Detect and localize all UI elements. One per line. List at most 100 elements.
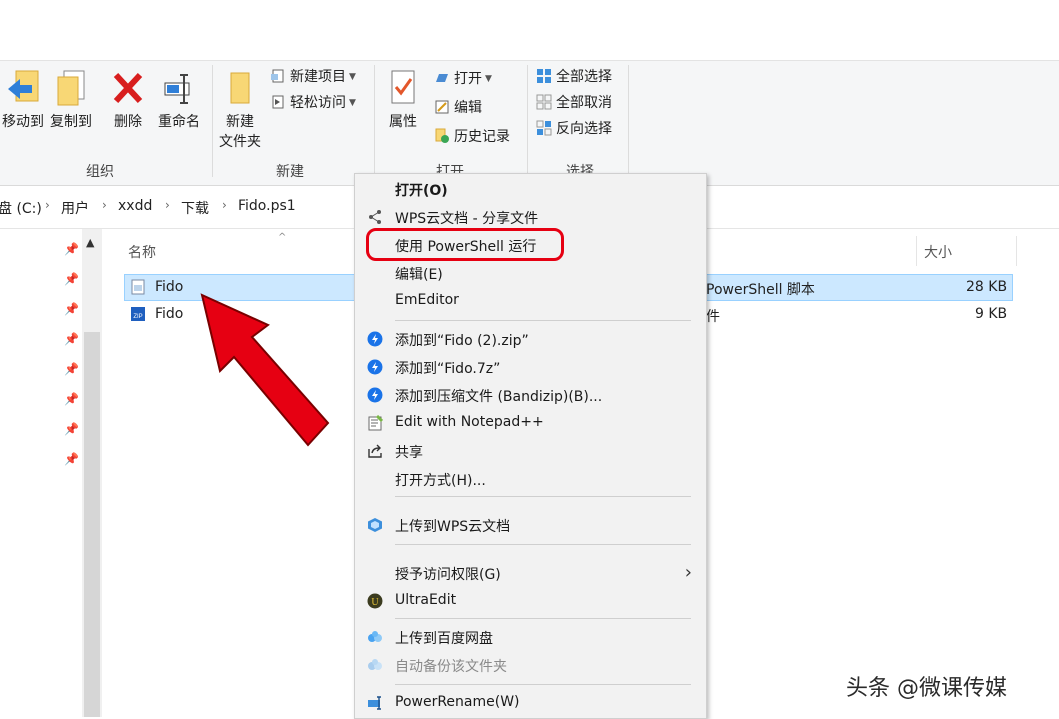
top-blank-area (0, 0, 1059, 60)
column-header-name[interactable]: 名称 (128, 242, 156, 272)
menu-item-label: UltraEdit (395, 592, 457, 608)
notepadpp-icon (368, 415, 383, 431)
pin-icon[interactable]: 📌 (64, 393, 79, 405)
powerrename-icon (368, 696, 381, 710)
pin-icon[interactable]: 📌 (64, 363, 79, 375)
history-label: 历史记录 (454, 129, 510, 145)
new-item-label: 新建项目 (290, 69, 346, 85)
menu-item-open[interactable]: 打开(O) (355, 176, 706, 202)
file-name: Fido (155, 279, 184, 295)
ultraedit-icon: U (367, 593, 383, 609)
easy-access-button[interactable]: 轻松访问 ▼ (270, 92, 356, 114)
menu-item-add-zip[interactable]: 添加到“Fido (2).zip” (355, 326, 706, 352)
column-divider (1016, 236, 1017, 266)
scroll-up-arrow-icon[interactable]: ▲ (86, 236, 94, 249)
pin-icon[interactable]: 📌 (64, 243, 79, 255)
menu-item-emeditor[interactable]: EmEditor (355, 288, 706, 314)
breadcrumb-users[interactable]: 用户 (61, 198, 89, 218)
menu-item-label: 编辑(E) (395, 267, 443, 283)
copy-to-label: 复制到 (50, 114, 92, 130)
new-item-icon (271, 69, 284, 83)
menu-item-label: PowerRename(W) (395, 694, 520, 710)
svg-text:ZIP: ZIP (133, 314, 142, 320)
column-divider (916, 236, 917, 266)
pin-icon[interactable]: 📌 (64, 453, 79, 465)
menu-item-grant-access[interactable]: 授予访问权限(G) › (355, 560, 706, 586)
menu-item-label: Edit with Notepad++ (395, 414, 544, 430)
breadcrumb-drive[interactable]: 盘 (C:) (0, 198, 42, 218)
group-separator (374, 65, 375, 177)
group-separator (527, 65, 528, 177)
select-none-label: 全部取消 (556, 95, 612, 111)
move-to-button[interactable]: 移动到 (0, 69, 46, 131)
delete-button[interactable]: 删除 (106, 69, 150, 131)
menu-item-upload-baidu[interactable]: 上传到百度网盘 (355, 624, 706, 650)
pin-icon[interactable]: 📌 (64, 423, 79, 435)
share-icon (368, 444, 382, 458)
red-arrow-annotation-icon (200, 293, 330, 447)
pin-icon[interactable]: 📌 (64, 273, 79, 285)
sort-caret-icon: ^ (278, 232, 287, 243)
menu-item-open-with[interactable]: 打开方式(H)... (355, 466, 706, 492)
menu-item-auto-backup: 自动备份该文件夹 (355, 652, 706, 678)
new-item-button[interactable]: 新建项目 ▼ (270, 66, 356, 88)
menu-separator (395, 618, 691, 619)
invert-selection-button[interactable]: 反向选择 (536, 118, 612, 140)
chevron-right-icon: › (684, 562, 692, 583)
menu-item-label: 上传到百度网盘 (395, 631, 493, 647)
menu-separator (395, 684, 691, 685)
open-button[interactable]: 打开 ▼ (434, 68, 492, 90)
history-button[interactable]: 历史记录 (434, 126, 510, 148)
copy-to-button[interactable]: 复制到 (48, 69, 94, 131)
zip-archive-icon: ZIP (131, 307, 145, 321)
bandizip-icon (367, 359, 383, 375)
pin-icon[interactable]: 📌 (64, 303, 79, 315)
new-group-label: 新建 (276, 164, 304, 180)
move-to-label: 移动到 (2, 114, 44, 130)
pin-icon[interactable]: 📌 (64, 333, 79, 345)
bandizip-icon (367, 331, 383, 347)
bandizip-icon (367, 387, 383, 403)
edit-button[interactable]: 编辑 (434, 97, 482, 119)
select-all-icon (537, 69, 551, 83)
easy-access-label: 轻松访问 (290, 95, 346, 111)
new-folder-button[interactable]: 新建 文件夹 (216, 69, 264, 151)
menu-item-share[interactable]: 共享 (355, 438, 706, 464)
watermark-text: 头条 @微课传媒 (846, 676, 1007, 701)
file-name[interactable]: Fido (155, 306, 183, 322)
menu-separator (395, 544, 691, 545)
menu-item-add-bandizip[interactable]: 添加到压缩文件 (Bandizip)(B)... (355, 382, 706, 408)
breadcrumb-current-file[interactable]: Fido.ps1 (238, 198, 296, 214)
invert-selection-label: 反向选择 (556, 121, 612, 137)
select-all-button[interactable]: 全部选择 (536, 66, 612, 88)
file-size: 28 KB (966, 279, 1008, 295)
breadcrumb-chevron-icon: › (45, 198, 50, 212)
group-separator (628, 65, 629, 177)
menu-item-label: WPS云文档 - 分享文件 (395, 211, 539, 227)
menu-item-label: 共享 (395, 445, 423, 461)
select-none-button[interactable]: 全部取消 (536, 92, 612, 114)
breadcrumb-user-folder[interactable]: xxdd (118, 198, 152, 214)
menu-item-add-7z[interactable]: 添加到“Fido.7z” (355, 354, 706, 380)
breadcrumb-chevron-icon: › (165, 198, 170, 212)
svg-text:U: U (371, 597, 379, 608)
menu-item-ultraedit[interactable]: U UltraEdit (355, 588, 706, 614)
menu-item-wps-share[interactable]: WPS云文档 - 分享文件 (355, 204, 706, 230)
menu-item-label: 打开(O) (395, 183, 448, 199)
rename-icon (164, 74, 190, 104)
menu-item-upload-wps[interactable]: 上传到WPS云文档 (355, 512, 706, 538)
rename-label: 重命名 (158, 114, 200, 130)
history-icon (435, 128, 449, 143)
menu-item-notepadpp[interactable]: Edit with Notepad++ (355, 410, 706, 436)
menu-item-label: 授予访问权限(G) (395, 567, 501, 583)
breadcrumb-downloads[interactable]: 下载 (181, 198, 209, 218)
column-header-size[interactable]: 大小 (924, 242, 952, 272)
edit-pencil-icon (435, 100, 449, 114)
rename-button[interactable]: 重命名 (154, 69, 204, 131)
menu-item-label: 自动备份该文件夹 (395, 659, 507, 675)
menu-item-edit[interactable]: 编辑(E) (355, 260, 706, 286)
nav-scrollbar-thumb[interactable] (84, 332, 100, 717)
menu-item-label: 上传到WPS云文档 (395, 519, 511, 535)
menu-item-powerrename[interactable]: PowerRename(W) (355, 690, 706, 716)
properties-button[interactable]: 属性 (380, 69, 426, 131)
